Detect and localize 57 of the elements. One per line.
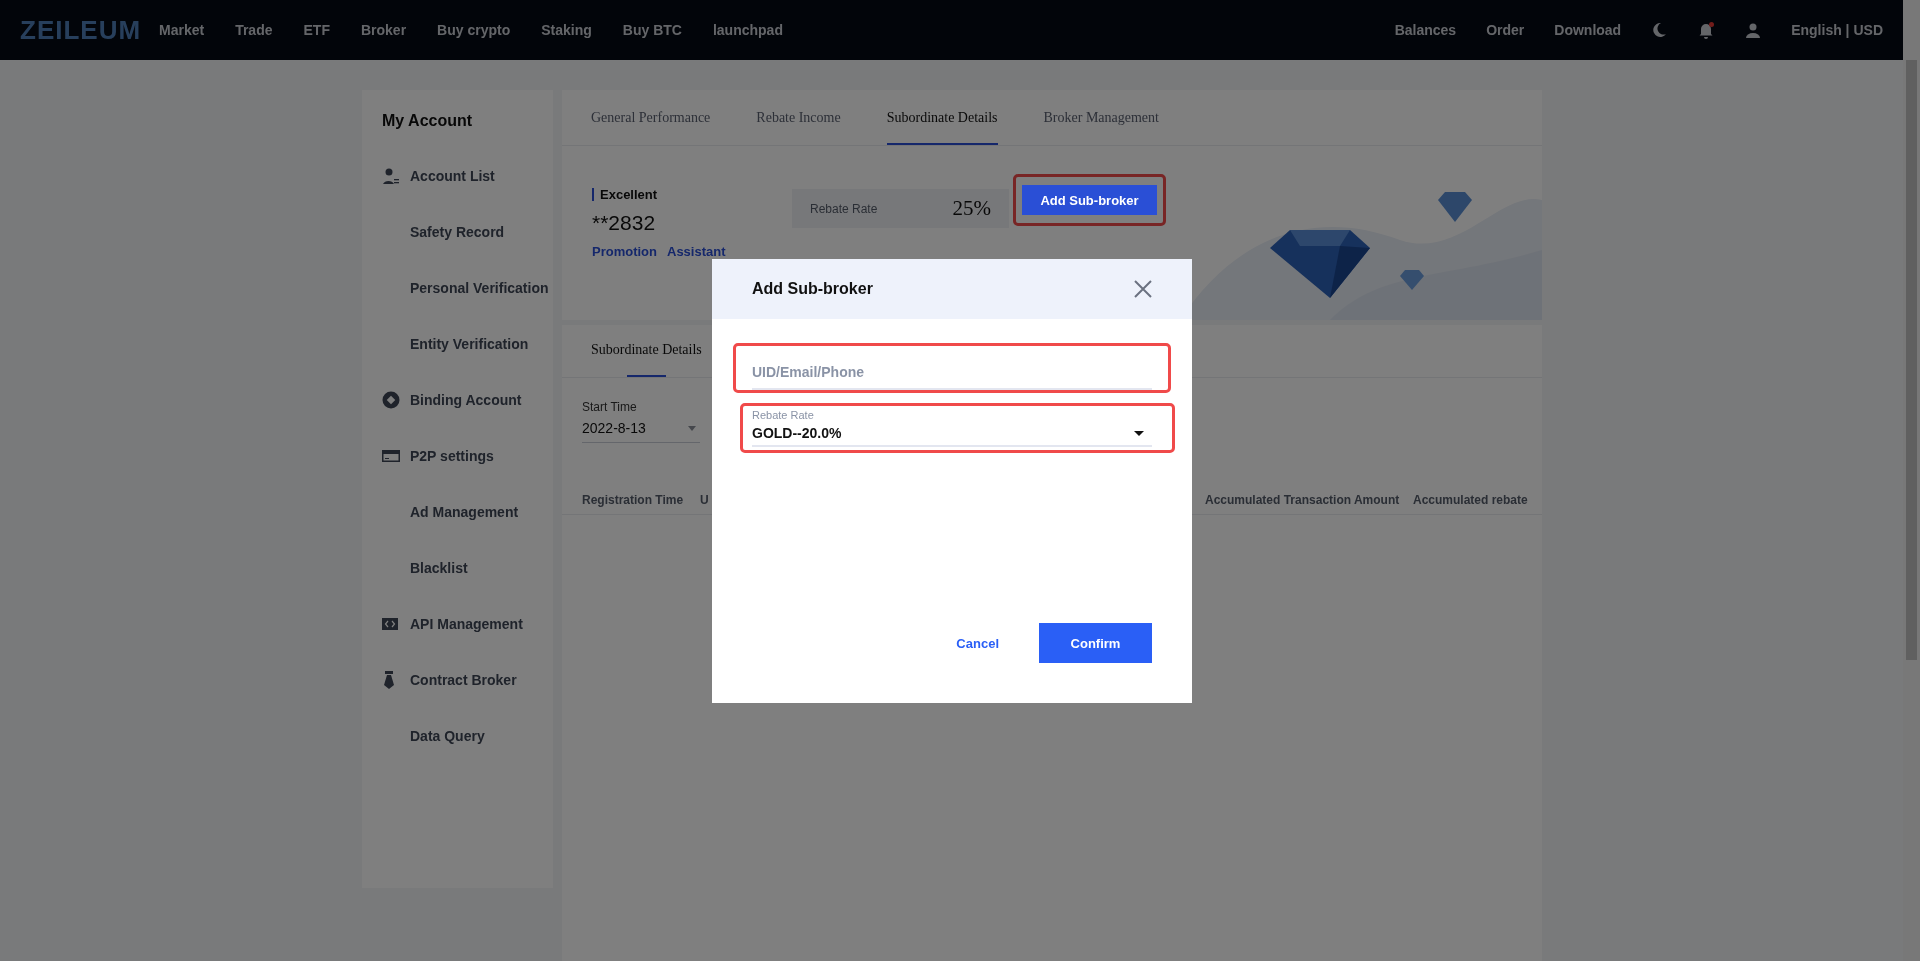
code-icon [382, 618, 398, 630]
nav-link[interactable]: Order [1486, 22, 1525, 38]
sidebar-item[interactable]: Binding Account [410, 392, 522, 408]
uid-input-field[interactable]: UID/Email/Phone [752, 364, 1152, 390]
profile-link[interactable]: Assistant [667, 244, 726, 259]
tab[interactable]: Subordinate Details [886, 90, 998, 145]
card-icon [382, 449, 400, 463]
bell-icon[interactable] [1697, 21, 1716, 39]
rebate-rate-value: 25% [952, 196, 991, 221]
tie-icon [382, 671, 396, 689]
dialog-title: Add Sub-broker [752, 280, 873, 298]
caret-icon [1134, 430, 1144, 436]
nav-link[interactable]: launchpad [712, 22, 783, 38]
sidebar-item[interactable]: Contract Broker [410, 672, 517, 688]
nav-link[interactable]: Buy crypto [437, 22, 511, 38]
column-header: Accumulated Transaction Amount [1205, 493, 1401, 507]
sidebar-item[interactable]: P2P settings [410, 448, 494, 464]
sidebar-item[interactable]: Ad Management [410, 504, 519, 520]
account-id: **2832 [592, 211, 657, 235]
sidebar-item[interactable]: Data Query [410, 728, 485, 744]
start-time-select[interactable]: Start Time 2022-8-13 [582, 400, 700, 443]
close-icon[interactable] [1134, 280, 1152, 298]
column-header: U [700, 493, 710, 507]
column-header: Registration Time [582, 493, 685, 507]
nav-link[interactable]: Buy BTC [622, 22, 682, 38]
confirm-button[interactable]: Confirm [1039, 623, 1152, 663]
nav-link[interactable]: Staking [541, 22, 592, 38]
add-sub-broker-button[interactable]: Add Sub-broker [1022, 185, 1157, 215]
sidebar-item[interactable]: Blacklist [410, 560, 468, 576]
nav-link[interactable]: ETF [303, 22, 330, 38]
moon-icon[interactable] [1651, 22, 1668, 38]
rebate-rate-label: Rebate Rate [810, 201, 878, 216]
language-currency-link[interactable]: English | USD [1791, 22, 1883, 38]
profile-link[interactable]: Promotion [592, 244, 657, 259]
user-icon[interactable] [1745, 22, 1762, 38]
sidebar-item[interactable]: Safety Record [410, 224, 505, 240]
sidebar-item[interactable]: Entity Verification [410, 336, 529, 352]
rebate-rate-select[interactable]: Rebate Rate GOLD--20.0% [752, 409, 1152, 447]
nav-link[interactable]: Trade [235, 22, 273, 38]
tab[interactable]: Subordinate Details [591, 325, 702, 377]
user-list-icon [382, 167, 400, 185]
nav-link[interactable]: Balances [1394, 22, 1457, 38]
sidebar-item[interactable]: API Management [410, 616, 523, 632]
scrollbar-thumb[interactable] [1906, 60, 1917, 660]
column-header: Accumulated rebate [1413, 493, 1529, 507]
link-icon [382, 391, 400, 409]
tab[interactable]: Broker Management [1043, 90, 1159, 145]
tab[interactable]: Rebate Income [756, 90, 841, 145]
sidebar-title: My Account [382, 112, 474, 130]
nav-link[interactable]: Market [159, 22, 205, 38]
sidebar-item[interactable]: Account List [410, 168, 495, 184]
nav-link[interactable]: Download [1554, 22, 1622, 38]
cancel-button[interactable]: Cancel [956, 635, 999, 651]
tab[interactable]: General Performance [591, 90, 711, 145]
nav-link[interactable]: Broker [360, 22, 407, 38]
caret-icon [688, 425, 696, 431]
sidebar-item[interactable]: Personal Verification [410, 280, 549, 296]
